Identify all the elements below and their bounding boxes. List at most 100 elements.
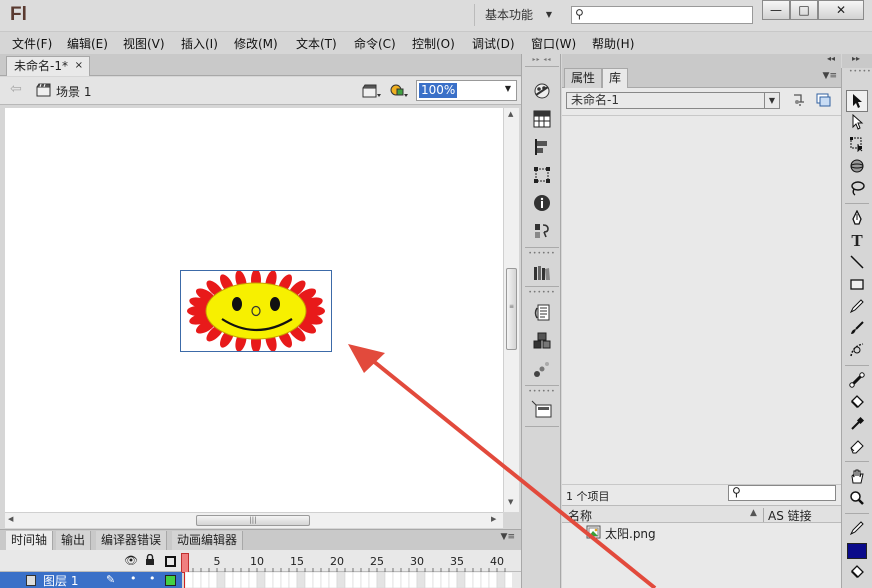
frame-cell[interactable] bbox=[384, 572, 394, 588]
scroll-left-icon[interactable]: ◀ bbox=[8, 515, 13, 523]
menu-commands[interactable]: 命令(C) bbox=[354, 35, 396, 52]
frame-cell[interactable] bbox=[232, 572, 242, 588]
lock-dot[interactable]: • bbox=[149, 572, 156, 585]
frame-cell[interactable] bbox=[488, 572, 498, 588]
layer-name[interactable]: 图层 1 bbox=[43, 572, 78, 588]
frame-cell[interactable] bbox=[344, 572, 354, 588]
frame-cell[interactable] bbox=[352, 572, 362, 588]
collapse-icon[interactable]: ▸▸ bbox=[852, 54, 860, 63]
motion-presets-icon[interactable] bbox=[533, 360, 551, 378]
scroll-right-icon[interactable]: ▶ bbox=[491, 515, 496, 523]
edit-symbol-icon[interactable] bbox=[389, 82, 409, 100]
frame-cell[interactable] bbox=[264, 572, 274, 588]
bone-tool-icon[interactable] bbox=[846, 370, 868, 392]
dock-grip[interactable]: ▸▸ ◂◂ bbox=[528, 57, 556, 63]
scroll-down-icon[interactable]: ▼ bbox=[508, 498, 513, 506]
close-button[interactable]: ✕ bbox=[818, 0, 864, 20]
sort-arrow-icon[interactable]: ▲ bbox=[750, 508, 757, 518]
frame-cell[interactable] bbox=[216, 572, 226, 588]
pencil-tool-icon[interactable] bbox=[846, 296, 868, 318]
swatches-icon[interactable] bbox=[533, 110, 551, 128]
menu-help[interactable]: 帮助(H) bbox=[592, 35, 634, 52]
menu-control[interactable]: 控制(O) bbox=[412, 35, 455, 52]
lasso-tool-icon[interactable] bbox=[846, 178, 868, 200]
frame-cell[interactable] bbox=[320, 572, 330, 588]
pen-tool-icon[interactable] bbox=[846, 208, 868, 230]
horizontal-scroll-thumb[interactable]: ||| bbox=[196, 515, 310, 526]
frame-cell[interactable] bbox=[440, 572, 450, 588]
frame-cell[interactable] bbox=[192, 572, 202, 588]
eye-icon[interactable]: 👁 bbox=[124, 554, 138, 567]
visibility-dot[interactable]: • bbox=[130, 572, 137, 585]
menu-debug[interactable]: 调试(D) bbox=[472, 35, 515, 52]
tools-grip[interactable]: ••••• bbox=[849, 69, 872, 75]
zoom-tool-icon[interactable] bbox=[846, 488, 868, 510]
transform-icon[interactable] bbox=[533, 166, 551, 184]
frame-cell[interactable] bbox=[424, 572, 434, 588]
frame-cell[interactable] bbox=[224, 572, 234, 588]
playhead[interactable] bbox=[181, 553, 189, 573]
dock-grip[interactable]: •••••• bbox=[528, 290, 556, 296]
tab-timeline[interactable]: 时间轴 bbox=[6, 531, 54, 551]
zoom-select[interactable]: 100% ▼ bbox=[416, 80, 517, 101]
menu-file[interactable]: 文件(F) bbox=[12, 35, 52, 52]
tab-compiler-errors[interactable]: 编译器错误 bbox=[96, 531, 168, 551]
panel-menu-icon[interactable]: ▼≡ bbox=[823, 71, 837, 81]
fill-color-swatch[interactable] bbox=[847, 543, 867, 559]
selection-tool-icon[interactable] bbox=[846, 90, 868, 112]
lock-icon[interactable] bbox=[145, 554, 155, 566]
layer-frames[interactable] bbox=[185, 572, 512, 588]
actions-icon[interactable] bbox=[533, 304, 551, 322]
panel-menu-icon[interactable]: ▼≡ bbox=[501, 532, 515, 542]
frame-cell[interactable] bbox=[185, 572, 194, 588]
tab-motion-editor[interactable]: 动画编辑器 bbox=[172, 531, 244, 551]
brush-tool-icon[interactable] bbox=[846, 318, 868, 340]
info-icon[interactable] bbox=[533, 194, 551, 212]
collapse-icon[interactable]: ◂◂ bbox=[827, 54, 835, 63]
frame-cell[interactable] bbox=[248, 572, 258, 588]
frame-cell[interactable] bbox=[296, 572, 306, 588]
color-icon[interactable] bbox=[533, 82, 551, 100]
new-library-panel-icon[interactable] bbox=[816, 93, 831, 107]
vertical-scroll-thumb[interactable]: ≡ bbox=[506, 268, 517, 350]
deco-tool-icon[interactable] bbox=[846, 340, 868, 362]
column-name[interactable]: 名称 bbox=[568, 507, 592, 524]
frame-ruler[interactable]: 1510152025303540 bbox=[182, 550, 512, 572]
frame-cell[interactable] bbox=[408, 572, 418, 588]
layer-row[interactable]: 图层 1 ✎ • • bbox=[0, 572, 182, 588]
tab-output[interactable]: 输出 bbox=[56, 531, 92, 551]
frame-cell[interactable] bbox=[256, 572, 266, 588]
help-search-input[interactable]: ⚲ bbox=[571, 6, 753, 24]
pin-library-icon[interactable] bbox=[791, 93, 806, 107]
tab-library[interactable]: 库 bbox=[602, 68, 629, 88]
outline-icon[interactable] bbox=[165, 556, 176, 567]
stage-vertical-scrollbar[interactable]: ▲ ≡ ▼ bbox=[503, 108, 519, 512]
back-arrow-icon[interactable]: ⇦ bbox=[10, 81, 22, 97]
workspace-switcher[interactable]: 基本功能 ▼ bbox=[476, 4, 560, 26]
eraser-tool-icon[interactable] bbox=[846, 436, 868, 458]
menu-edit[interactable]: 编辑(E) bbox=[67, 35, 108, 52]
tools-panel-header[interactable]: ▸▸ bbox=[842, 54, 872, 68]
frame-cell[interactable] bbox=[200, 572, 210, 588]
frame-cell[interactable] bbox=[208, 572, 218, 588]
library-panel-header[interactable]: ◂◂ bbox=[562, 54, 841, 68]
frame-cell[interactable] bbox=[504, 572, 512, 588]
eyedropper-tool-icon[interactable] bbox=[846, 414, 868, 436]
timeline-scrollbar[interactable] bbox=[512, 572, 521, 588]
stage-horizontal-scrollbar[interactable]: ◀ ||| ▶ bbox=[5, 512, 503, 528]
menu-insert[interactable]: 插入(I) bbox=[181, 35, 218, 52]
align-icon[interactable] bbox=[533, 138, 551, 156]
library-search-input[interactable]: ⚲ bbox=[728, 485, 836, 501]
minimize-button[interactable]: — bbox=[762, 0, 790, 20]
frame-cell[interactable] bbox=[432, 572, 442, 588]
text-tool-icon[interactable]: T bbox=[846, 230, 868, 252]
code-snippets-icon[interactable] bbox=[533, 222, 551, 240]
document-tab[interactable]: 未命名-1* × bbox=[6, 56, 90, 76]
column-linkage[interactable]: AS 链接 bbox=[768, 507, 812, 524]
menu-text[interactable]: 文本(T) bbox=[296, 35, 337, 52]
menu-view[interactable]: 视图(V) bbox=[123, 35, 165, 52]
frame-cell[interactable] bbox=[360, 572, 370, 588]
frame-cell[interactable] bbox=[496, 572, 506, 588]
frame-cell[interactable] bbox=[312, 572, 322, 588]
hand-tool-icon[interactable] bbox=[846, 466, 868, 488]
